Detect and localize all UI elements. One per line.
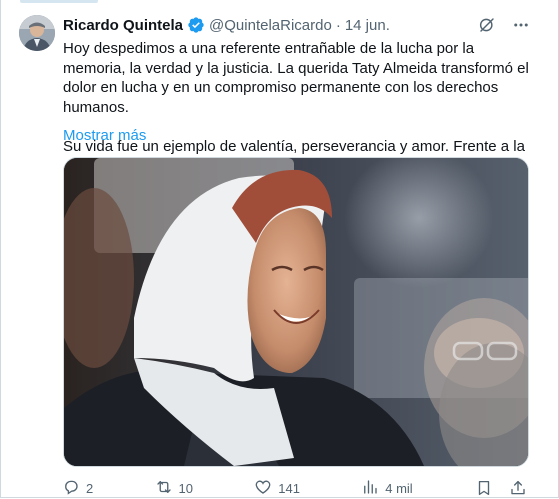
grok-icon[interactable] — [477, 15, 497, 35]
show-more-link[interactable]: Mostrar más — [63, 126, 146, 145]
header-separator: · — [335, 16, 341, 34]
views-icon — [361, 478, 379, 499]
repost-icon — [155, 478, 173, 499]
verified-badge-icon — [187, 16, 205, 34]
tweet-date[interactable]: 14 jun. — [345, 17, 390, 34]
header-actions — [477, 15, 531, 35]
heart-icon — [254, 478, 272, 499]
reply-count: 2 — [86, 480, 94, 496]
secondary-actions — [474, 478, 528, 498]
tweet-photo[interactable] — [63, 157, 529, 467]
reply-icon — [62, 478, 80, 499]
bookmark-icon[interactable] — [474, 478, 494, 498]
tweet-actions: 2 10 141 4 mil — [62, 478, 528, 498]
views-button[interactable]: 4 mil — [361, 478, 413, 499]
views-count: 4 mil — [385, 480, 413, 496]
tweet-header: Ricardo Quintela @QuintelaRicardo · 14 j… — [63, 15, 390, 35]
tweet-paragraph: Hoy despedimos a una referente entrañabl… — [63, 40, 529, 116]
like-count: 141 — [278, 480, 300, 496]
previous-item-edge — [20, 0, 98, 3]
more-icon[interactable] — [511, 15, 531, 35]
repost-count: 10 — [178, 480, 193, 496]
like-button[interactable]: 141 — [254, 478, 300, 499]
reply-button[interactable]: 2 — [62, 478, 93, 499]
author-name[interactable]: Ricardo Quintela — [63, 17, 183, 34]
repost-button[interactable]: 10 — [155, 478, 193, 499]
avatar[interactable] — [19, 15, 55, 51]
author-handle[interactable]: @QuintelaRicardo — [209, 17, 332, 34]
share-icon[interactable] — [508, 478, 528, 498]
